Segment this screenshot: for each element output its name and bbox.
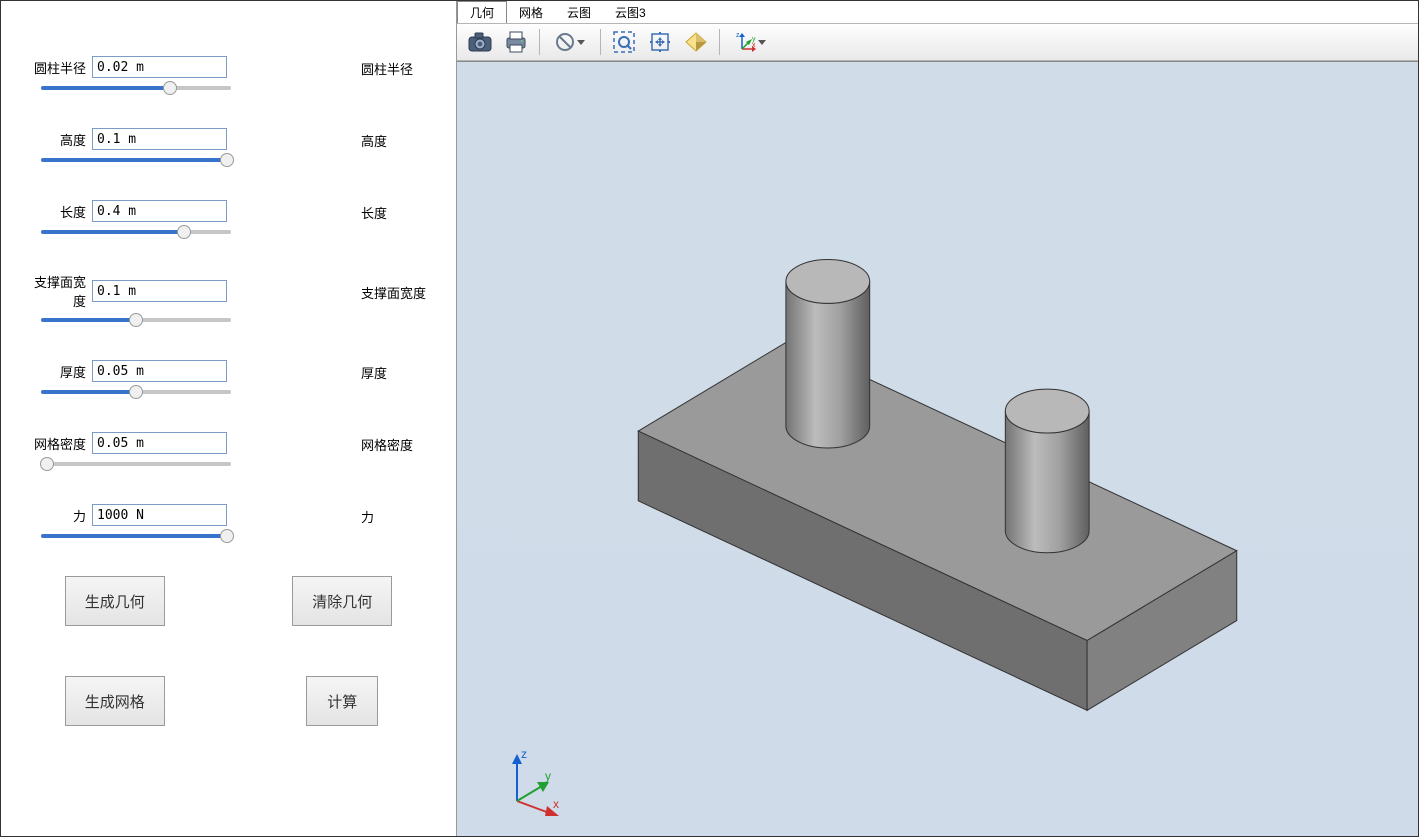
toolbar-separator: [719, 29, 720, 55]
zoom-box-icon[interactable]: [607, 27, 641, 57]
toolbar-separator: [539, 29, 540, 55]
param-label-radius: 圆柱半径: [31, 58, 86, 77]
param-label-meshDensity: 网格密度: [31, 434, 86, 453]
param-right-label-force: 力: [361, 507, 374, 526]
param-input-supportWidth[interactable]: [92, 280, 227, 302]
param-slider-force[interactable]: [41, 534, 231, 538]
param-input-length[interactable]: [92, 200, 227, 222]
zoom-extents-icon[interactable]: [643, 27, 677, 57]
param-right-label-thickness: 厚度: [361, 363, 387, 382]
generate-mesh-button[interactable]: 生成网格: [65, 676, 165, 726]
svg-text:x: x: [752, 42, 756, 49]
param-slider-length[interactable]: [41, 230, 231, 234]
visualization-panel: 几何网格云图云图3: [457, 1, 1418, 836]
param-label-supportWidth: 支撑面宽度: [31, 272, 86, 310]
print-icon[interactable]: [499, 27, 533, 57]
param-slider-supportWidth[interactable]: [41, 318, 231, 322]
param-slider-height[interactable]: [41, 158, 231, 162]
svg-text:z: z: [736, 32, 740, 39]
viewport-toolbar: z y x: [457, 23, 1418, 61]
param-label-force: 力: [31, 506, 86, 525]
param-label-height: 高度: [31, 130, 86, 149]
tab-几何[interactable]: 几何: [457, 1, 507, 23]
chevron-down-icon: [577, 40, 585, 45]
tab-网格[interactable]: 网格: [507, 1, 555, 23]
param-right-label-height: 高度: [361, 131, 387, 150]
no-select-dropdown[interactable]: [546, 27, 594, 57]
param-input-force[interactable]: [92, 504, 227, 526]
axis-triad-icon: z y x: [497, 746, 567, 816]
viewport-3d[interactable]: z y x: [457, 61, 1418, 836]
param-input-meshDensity[interactable]: [92, 432, 227, 454]
param-right-label-length: 长度: [361, 203, 387, 222]
param-slider-thickness[interactable]: [41, 390, 231, 394]
clear-geometry-button[interactable]: 清除几何: [292, 576, 392, 626]
param-right-label-meshDensity: 网格密度: [361, 435, 413, 454]
tab-云图3[interactable]: 云图3: [603, 1, 658, 23]
param-label-thickness: 厚度: [31, 362, 86, 381]
param-label-length: 长度: [31, 202, 86, 221]
rotate-view-icon[interactable]: [679, 27, 713, 57]
view-tabs: 几何网格云图云图3: [457, 1, 1418, 23]
axes-orient-dropdown[interactable]: z y x: [726, 27, 774, 57]
tab-云图[interactable]: 云图: [555, 1, 603, 23]
toolbar-separator: [600, 29, 601, 55]
param-input-radius[interactable]: [92, 56, 227, 78]
param-slider-meshDensity[interactable]: [41, 462, 231, 466]
param-input-height[interactable]: [92, 128, 227, 150]
compute-button[interactable]: 计算: [306, 676, 378, 726]
chevron-down-icon: [758, 40, 766, 45]
param-right-label-supportWidth: 支撑面宽度: [361, 283, 426, 302]
axis-x-label: x: [553, 797, 559, 811]
param-input-thickness[interactable]: [92, 360, 227, 382]
generate-geometry-button[interactable]: 生成几何: [65, 576, 165, 626]
axis-z-label: z: [521, 747, 527, 761]
parameter-panel: 圆柱半径 圆柱半径高度 高度长度 长度支撑面宽度 支撑面宽度厚度 厚度网格密度 网格密度力 力…: [1, 1, 457, 836]
model-render: [457, 62, 1418, 836]
param-slider-radius[interactable]: [41, 86, 231, 90]
axis-y-label: y: [545, 769, 551, 783]
param-right-label-radius: 圆柱半径: [361, 59, 413, 78]
camera-icon[interactable]: [463, 27, 497, 57]
